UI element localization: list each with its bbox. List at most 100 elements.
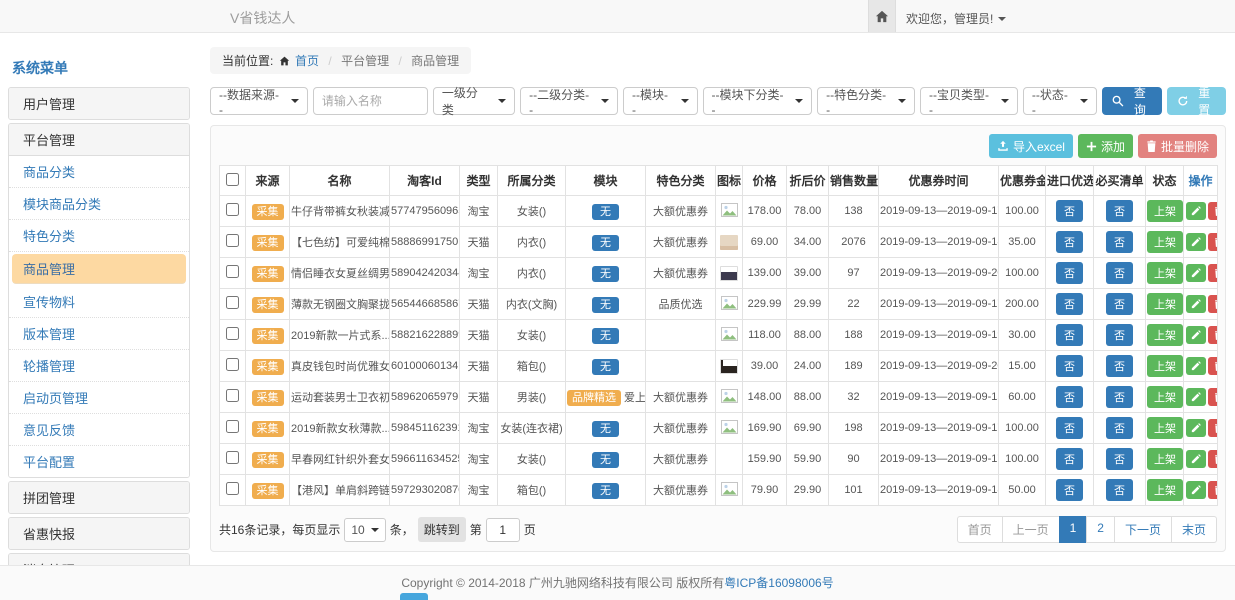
status-badge[interactable]: 上架 xyxy=(1147,324,1183,346)
row-checkbox[interactable] xyxy=(226,358,239,371)
search-button[interactable]: 查询 xyxy=(1102,87,1161,115)
jump-button[interactable]: 跳转到 xyxy=(418,517,466,542)
must-buy-toggle[interactable]: 否 xyxy=(1106,417,1133,439)
row-checkbox[interactable] xyxy=(226,482,239,495)
import-select-toggle[interactable]: 否 xyxy=(1056,479,1083,501)
status-badge[interactable]: 上架 xyxy=(1147,262,1183,284)
must-buy-toggle[interactable]: 否 xyxy=(1106,355,1133,377)
sidebar-subitem-意见反馈[interactable]: 意见反馈 xyxy=(9,414,189,446)
name-search-input[interactable] xyxy=(313,87,428,115)
import-select-toggle[interactable]: 否 xyxy=(1056,324,1083,346)
import-select-toggle[interactable]: 否 xyxy=(1056,448,1083,470)
breadcrumb-home-link[interactable]: 首页 xyxy=(295,54,319,68)
import-select-toggle[interactable]: 否 xyxy=(1056,262,1083,284)
must-buy-toggle[interactable]: 否 xyxy=(1106,479,1133,501)
pager-item-上一页[interactable]: 上一页 xyxy=(1002,516,1060,543)
edit-button[interactable] xyxy=(1186,326,1206,344)
edit-button[interactable] xyxy=(1186,419,1206,437)
status-badge[interactable]: 上架 xyxy=(1147,417,1183,439)
page-number-input[interactable] xyxy=(486,518,520,542)
delete-button[interactable] xyxy=(1208,481,1218,499)
import-select-toggle[interactable]: 否 xyxy=(1056,200,1083,222)
sidebar-subitem-平台配置[interactable]: 平台配置 xyxy=(9,446,189,477)
row-checkbox[interactable] xyxy=(226,234,239,247)
reset-button[interactable]: 重置 xyxy=(1167,87,1226,115)
sidebar-subitem-版本管理[interactable]: 版本管理 xyxy=(9,318,189,350)
must-buy-toggle[interactable]: 否 xyxy=(1106,262,1133,284)
filter-select[interactable]: --状态-- xyxy=(1023,87,1098,115)
delete-button[interactable] xyxy=(1208,233,1218,251)
sidebar-subitem-模块商品分类[interactable]: 模块商品分类 xyxy=(9,188,189,220)
pager-item-2[interactable]: 2 xyxy=(1086,516,1115,543)
import-excel-button[interactable]: 导入excel xyxy=(989,134,1073,158)
import-select-toggle[interactable]: 否 xyxy=(1056,231,1083,253)
add-button[interactable]: 添加 xyxy=(1078,134,1133,158)
status-badge[interactable]: 上架 xyxy=(1147,386,1183,408)
status-badge[interactable]: 上架 xyxy=(1147,355,1183,377)
must-buy-toggle[interactable]: 否 xyxy=(1106,200,1133,222)
filter-select[interactable]: --宝贝类型-- xyxy=(920,87,1018,115)
sidebar-subitem-启动页管理[interactable]: 启动页管理 xyxy=(9,382,189,414)
filter-select[interactable]: --特色分类-- xyxy=(817,87,915,115)
edit-button[interactable] xyxy=(1186,481,1206,499)
status-badge[interactable]: 上架 xyxy=(1147,293,1183,315)
home-button[interactable] xyxy=(868,0,896,32)
sidebar-item-平台管理[interactable]: 平台管理 xyxy=(9,124,189,155)
delete-button[interactable] xyxy=(1208,388,1218,406)
must-buy-toggle[interactable]: 否 xyxy=(1106,448,1133,470)
edit-button[interactable] xyxy=(1186,202,1206,220)
edit-button[interactable] xyxy=(1186,264,1206,282)
must-buy-toggle[interactable]: 否 xyxy=(1106,231,1133,253)
pager-item-下一页[interactable]: 下一页 xyxy=(1114,516,1172,543)
filter-select[interactable]: --数据来源-- xyxy=(210,87,308,115)
edit-button[interactable] xyxy=(1186,233,1206,251)
page-size-select[interactable]: 10 xyxy=(344,518,385,542)
status-badge[interactable]: 上架 xyxy=(1147,448,1183,470)
sidebar-subitem-轮播管理[interactable]: 轮播管理 xyxy=(9,350,189,382)
batch-delete-button[interactable]: 批量删除 xyxy=(1138,134,1217,158)
user-menu[interactable]: 欢迎您，管理员! xyxy=(906,10,1006,27)
sidebar-subitem-宣传物料[interactable]: 宣传物料 xyxy=(9,286,189,318)
row-checkbox[interactable] xyxy=(226,296,239,309)
row-checkbox[interactable] xyxy=(226,327,239,340)
sidebar-item-拼团管理[interactable]: 拼团管理 xyxy=(9,482,189,513)
delete-button[interactable] xyxy=(1208,419,1218,437)
row-checkbox[interactable] xyxy=(226,203,239,216)
status-badge[interactable]: 上架 xyxy=(1147,479,1183,501)
icp-link[interactable]: 粤ICP备16098006号 xyxy=(724,576,833,590)
edit-button[interactable] xyxy=(1186,295,1206,313)
import-select-toggle[interactable]: 否 xyxy=(1056,355,1083,377)
status-badge[interactable]: 上架 xyxy=(1147,200,1183,222)
filter-select[interactable]: --二级分类-- xyxy=(520,87,618,115)
import-select-toggle[interactable]: 否 xyxy=(1056,293,1083,315)
delete-button[interactable] xyxy=(1208,357,1218,375)
must-buy-toggle[interactable]: 否 xyxy=(1106,324,1133,346)
edit-button[interactable] xyxy=(1186,450,1206,468)
filter-select[interactable]: 一级分类 xyxy=(433,87,515,115)
sidebar-subitem-特色分类[interactable]: 特色分类 xyxy=(9,220,189,252)
row-checkbox[interactable] xyxy=(226,420,239,433)
sidebar-item-用户管理[interactable]: 用户管理 xyxy=(9,88,189,119)
pager-item-1[interactable]: 1 xyxy=(1059,516,1088,543)
must-buy-toggle[interactable]: 否 xyxy=(1106,386,1133,408)
select-all-checkbox[interactable] xyxy=(226,173,239,186)
import-select-toggle[interactable]: 否 xyxy=(1056,417,1083,439)
import-select-toggle[interactable]: 否 xyxy=(1056,386,1083,408)
delete-button[interactable] xyxy=(1208,295,1218,313)
row-checkbox[interactable] xyxy=(226,265,239,278)
sidebar-subitem-商品管理[interactable]: 商品管理 xyxy=(12,254,186,284)
sidebar-item-消息管理[interactable]: 消息管理 xyxy=(9,554,189,565)
delete-button[interactable] xyxy=(1208,202,1218,220)
row-checkbox[interactable] xyxy=(226,389,239,402)
edit-button[interactable] xyxy=(1186,388,1206,406)
pager-item-首页[interactable]: 首页 xyxy=(957,516,1003,543)
delete-button[interactable] xyxy=(1208,450,1218,468)
row-checkbox[interactable] xyxy=(226,451,239,464)
delete-button[interactable] xyxy=(1208,326,1218,344)
must-buy-toggle[interactable]: 否 xyxy=(1106,293,1133,315)
filter-select[interactable]: --模块下分类-- xyxy=(703,87,813,115)
sidebar-item-省惠快报[interactable]: 省惠快报 xyxy=(9,518,189,549)
filter-select[interactable]: --模块-- xyxy=(623,87,698,115)
delete-button[interactable] xyxy=(1208,264,1218,282)
pager-item-末页[interactable]: 末页 xyxy=(1171,516,1217,543)
